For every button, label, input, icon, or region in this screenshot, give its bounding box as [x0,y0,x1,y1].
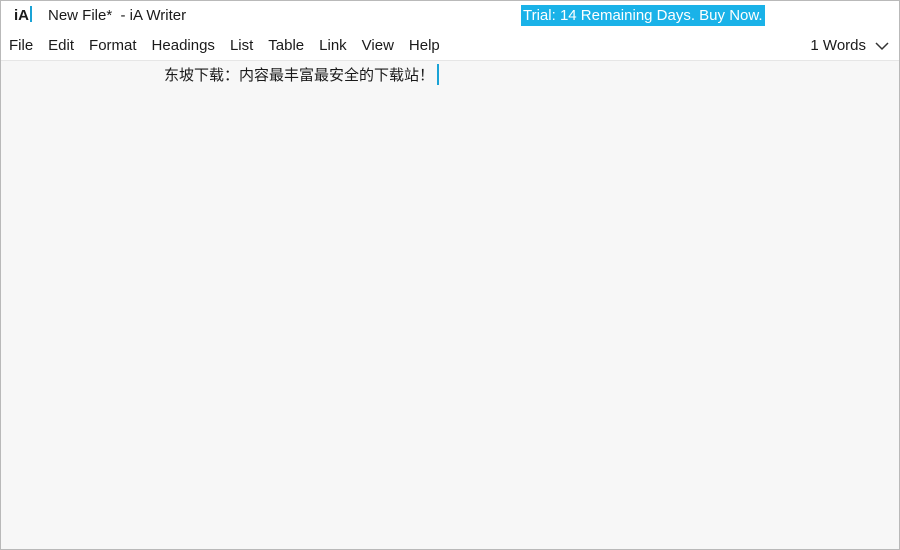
window-title: New File* - iA Writer [48,7,187,24]
logo-cursor-mark [30,6,32,22]
trial-buy-now-link[interactable]: Trial: 14 Remaining Days. Buy Now. [521,5,765,26]
editor-text-line[interactable]: 东坡下载：内容最丰富最安全的下载站！ [164,64,440,86]
menu-edit[interactable]: Edit [48,31,74,61]
menu-link[interactable]: Link [319,31,347,61]
app-window: iA New File* - iA Writer Trial: 14 Remai… [0,0,900,550]
word-count[interactable]: 1 Words [810,31,866,61]
main-menu: File Edit Format Headings List Table Lin… [9,31,455,61]
menu-view[interactable]: View [362,31,394,61]
menu-file[interactable]: File [9,31,33,61]
menu-format[interactable]: Format [89,31,137,61]
text-cursor [437,64,440,85]
menu-list[interactable]: List [230,31,253,61]
title-bar[interactable]: iA New File* - iA Writer Trial: 14 Remai… [1,1,899,31]
chevron-down-icon[interactable] [874,39,890,53]
editor-area[interactable]: 东坡下载：内容最丰富最安全的下载站！ [1,62,899,549]
editor-text: 东坡下载：内容最丰富最安全的下载站！ [164,66,435,84]
menu-table[interactable]: Table [268,31,304,61]
menu-bar: File Edit Format Headings List Table Lin… [1,31,899,61]
app-logo-text: iA [14,7,29,24]
menu-help[interactable]: Help [409,31,440,61]
menu-headings[interactable]: Headings [152,31,215,61]
app-logo-icon: iA [14,6,32,26]
